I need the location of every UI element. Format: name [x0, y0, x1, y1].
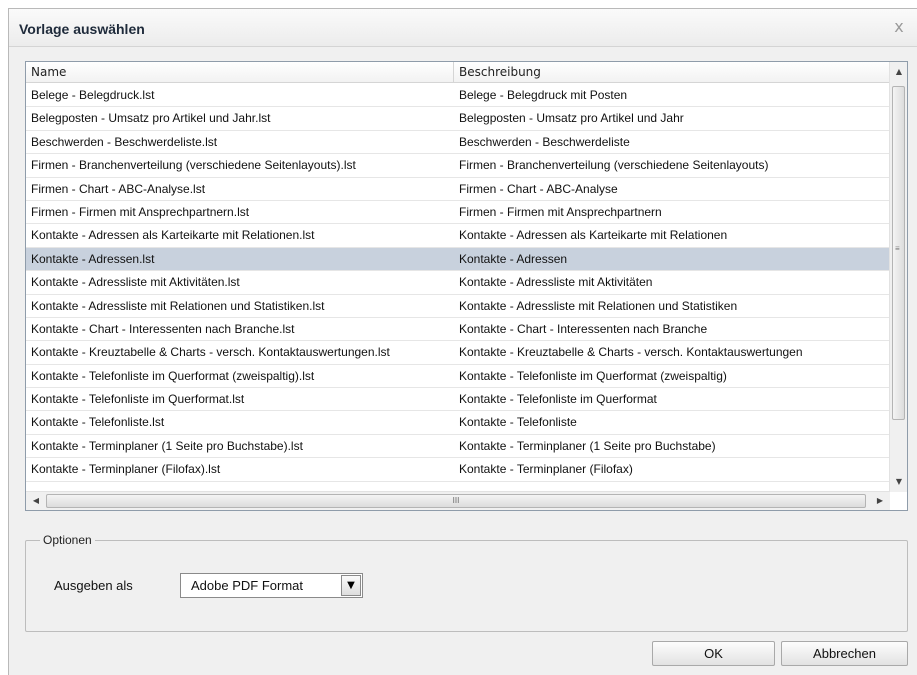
list-header: Name Beschreibung — [26, 62, 890, 83]
cell-description: Kontakte - Telefonliste im Querformat (z… — [459, 368, 727, 383]
cell-description: Beschwerden - Beschwerdeliste — [459, 134, 630, 149]
cell-name: Firmen - Chart - ABC-Analyse.lst — [31, 181, 206, 196]
cell-description: Kontakte - Adressliste mit Aktivitäten — [459, 275, 653, 290]
cell-description: Belege - Belegdruck mit Posten — [459, 88, 628, 102]
table-row[interactable]: Kontakte - Terminplaner (Filofax).lst Kon… — [26, 458, 890, 482]
cell-name: Beschwerden - Beschwerdeliste.lst — [31, 134, 218, 149]
chevron-down-icon[interactable]: ▼ — [341, 575, 361, 596]
cell-description: Firmen - Branchenverteilung (verschieden… — [459, 158, 769, 173]
grip-icon: III — [452, 496, 460, 505]
cell-description: Kontakte - Adressen als Karteikarte mit … — [459, 228, 728, 243]
table-row[interactable]: Firmen - Branchenverteilung (verschieden… — [26, 154, 890, 178]
cell-description: Kontakte - Chart - Interessenten nach Br… — [459, 321, 708, 336]
cell-name: Kontakte - Telefonliste im Querformat (z… — [31, 368, 315, 383]
cell-name: Kontakte - Chart - Interessenten nach Br… — [31, 321, 295, 336]
table-row[interactable]: Kontakte - Adressliste mit Aktivitäten.l… — [26, 271, 890, 295]
title-bar: Vorlage auswählen x — [9, 9, 917, 47]
cell-description: Kontakte - Kreuztabelle & Charts - versc… — [459, 345, 803, 360]
table-row[interactable]: Beschwerden - Beschwerdeliste.lst Beschwe… — [26, 131, 890, 155]
scroll-right-icon[interactable]: ▶ — [872, 493, 888, 509]
cell-description: Firmen - Firmen mit Ansprechpartnern — [459, 204, 662, 219]
table-row[interactable]: Kontakte - Telefonliste im Querformat (z… — [26, 365, 890, 389]
table-row[interactable]: Kontakte - Adressen.lst Kontakte - Adress… — [26, 247, 890, 272]
cell-name: Kontakte - Telefonliste im Querformat.ls… — [31, 392, 245, 407]
cell-name: Kontakte - Kreuztabelle & Charts - versc… — [31, 345, 390, 360]
table-row[interactable]: Kontakte - Terminplaner (1 Seite pro Buc… — [26, 435, 890, 459]
cell-name: Kontakte - Adressen als Karteikarte mit … — [31, 228, 315, 243]
scroll-left-icon[interactable]: ◀ — [28, 493, 44, 509]
scroll-up-icon[interactable]: ▲ — [891, 64, 907, 80]
horizontal-scrollbar[interactable]: ◀ III ▶ — [26, 491, 890, 510]
cell-name: Belegposten - Umsatz pro Artikel und Jah… — [31, 111, 271, 126]
table-row[interactable]: Kontakte - Kreuztabelle & Charts - versc… — [26, 341, 890, 365]
cell-description: Kontakte - Terminplaner (1 Seite pro Buc… — [459, 438, 716, 453]
cancel-button[interactable]: Abbrechen — [781, 641, 908, 666]
table-row[interactable]: Belege - Belegdruck.lst Belege - Belegdru… — [26, 84, 890, 108]
table-row[interactable]: Kontakte - Telefonliste im Querformat.ls… — [26, 388, 890, 412]
cell-name: Kontakte - Terminplaner (Filofax).lst — [31, 462, 221, 477]
column-header-description[interactable]: Beschreibung — [454, 62, 890, 83]
cell-description: Kontakte - Terminplaner (Filofax) — [459, 462, 633, 477]
horizontal-scroll-thumb[interactable]: III — [46, 494, 866, 508]
vertical-scroll-thumb[interactable]: ≡ — [892, 86, 905, 420]
close-icon[interactable]: x — [890, 18, 908, 36]
output-format-value: Adobe PDF Format — [191, 578, 303, 593]
options-legend: Optionen — [40, 533, 95, 547]
cell-description: Kontakte - Telefonliste im Querformat — [459, 392, 657, 407]
column-header-name[interactable]: Name — [26, 62, 454, 83]
cell-description: Firmen - Chart - ABC-Analyse — [459, 181, 618, 196]
table-row[interactable]: Firmen - Chart - ABC-Analyse.lst Firmen -… — [26, 178, 890, 201]
table-row[interactable]: Belegposten - Umsatz pro Artikel und Jah… — [26, 107, 890, 131]
table-row[interactable]: Firmen - Firmen mit Ansprechpartnern.lst… — [26, 201, 890, 225]
cell-name: Kontakte - Terminplaner (1 Seite pro Buc… — [31, 438, 303, 453]
table-row[interactable]: Kontakte - Chart - Interessenten nach Br… — [26, 318, 890, 342]
cell-name: Firmen - Branchenverteilung (verschieden… — [31, 158, 356, 173]
cell-description: Belegposten - Umsatz pro Artikel und Jah… — [459, 111, 684, 126]
cell-name: Firmen - Firmen mit Ansprechpartnern.lst — [31, 204, 250, 219]
dialog-title: Vorlage auswählen — [19, 21, 145, 37]
template-list: Name Beschreibung Belege - Belegdruck.ls… — [25, 61, 908, 511]
cell-name: Belege - Belegdruck.lst — [31, 88, 155, 102]
cell-description: Kontakte - Adressliste mit Relationen un… — [459, 298, 738, 313]
table-row[interactable]: Kontakte - Telefonliste.lst Kontakte - Te… — [26, 411, 890, 435]
list-rows: Belege - Belegdruck.lst Belege - Belegdru… — [26, 84, 890, 490]
table-row[interactable]: Kontakte - Adressen als Karteikarte mit … — [26, 224, 890, 248]
options-group: Optionen Ausgeben als Adobe PDF Format ▼ — [25, 533, 908, 632]
scroll-down-icon[interactable]: ▼ — [891, 474, 907, 490]
cell-name: Kontakte - Adressliste mit Aktivitäten.l… — [31, 275, 240, 290]
vertical-scrollbar[interactable]: ▲ ≡ ▼ — [889, 62, 907, 492]
grip-icon: ≡ — [895, 244, 900, 253]
table-row[interactable]: Kontakte - Adressliste mit Relationen un… — [26, 295, 890, 318]
output-format-label: Ausgeben als — [54, 578, 133, 593]
cell-name: Kontakte - Adressliste mit Relationen un… — [31, 298, 325, 313]
cell-description: Kontakte - Adressen — [459, 251, 568, 266]
output-format-select[interactable]: Adobe PDF Format ▼ — [180, 573, 363, 598]
cell-name: Kontakte - Adressen.lst — [31, 251, 155, 266]
select-template-dialog: Vorlage auswählen x Name Beschreibung Be… — [8, 8, 917, 675]
cell-name: Kontakte - Telefonliste.lst — [31, 415, 165, 430]
cell-description: Kontakte - Telefonliste — [459, 415, 577, 430]
ok-button[interactable]: OK — [652, 641, 775, 666]
